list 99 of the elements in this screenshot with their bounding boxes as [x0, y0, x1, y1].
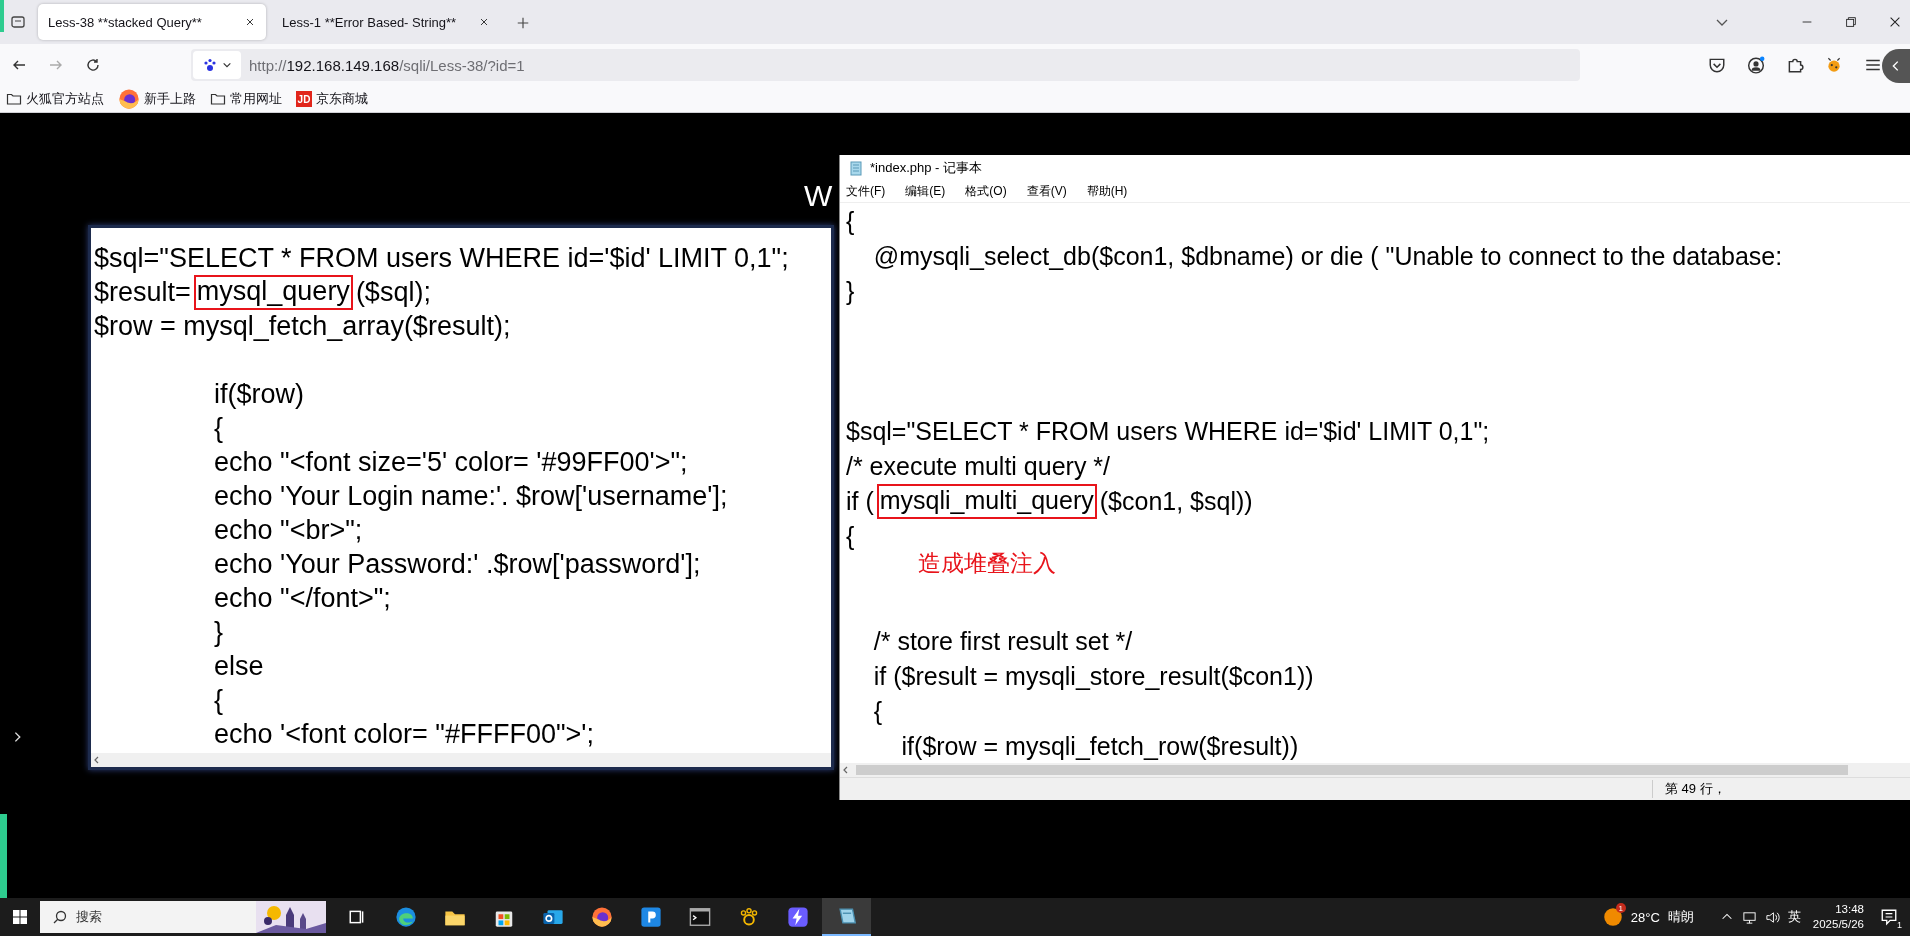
bookmark[interactable]: 常用网址 — [210, 90, 282, 108]
weather-badge: 1 — [1615, 903, 1626, 913]
chevron-down-icon — [222, 60, 232, 70]
sidebar-icon — [10, 14, 26, 30]
code-text: if ( — [846, 486, 874, 517]
firefox-icon — [590, 906, 613, 928]
highlight-box: mysql_query — [193, 274, 353, 310]
notification-count: 1 — [1895, 920, 1904, 930]
task-view-icon — [347, 908, 366, 926]
close-button[interactable] — [1888, 15, 1902, 29]
search-icon — [52, 909, 68, 925]
firefox-icon — [118, 88, 140, 110]
code-line: { — [213, 684, 224, 717]
network-icon — [1741, 909, 1757, 925]
puzzle-icon — [1786, 56, 1804, 74]
taskbar-app[interactable] — [822, 898, 871, 936]
date-text: 2025/5/26 — [1812, 917, 1864, 932]
search-field[interactable]: 搜索 — [40, 901, 326, 933]
paw-icon — [202, 57, 218, 73]
code-line: /* execute multi query */ — [846, 451, 1110, 482]
code-line: { — [872, 696, 883, 727]
pocket-button[interactable] — [1708, 56, 1726, 74]
terminal-icon — [688, 906, 711, 928]
code-text: $result= — [94, 276, 191, 309]
input-method-button[interactable]: 英 — [1787, 908, 1801, 926]
highlight-box: mysqli_multi_query — [876, 484, 1097, 519]
code-line: echo 'Your Password:' .$row['password']; — [213, 548, 701, 581]
code-line: if($row = mysqli_fetch_row($result)) — [900, 731, 1299, 762]
scrollbar-thumb[interactable] — [856, 765, 1848, 775]
code-line: echo "</font>"; — [213, 582, 391, 615]
account-icon — [1747, 56, 1765, 74]
pocket-icon — [1708, 56, 1726, 74]
code-line: $sql="SELECT * FROM users WHERE id='$id' LIMIT 0,1"; — [846, 416, 1490, 447]
windows-icon — [12, 909, 28, 925]
speaker-icon — [1764, 909, 1780, 925]
annotation-text: 造成堆叠注入 — [918, 549, 1056, 578]
new-tab-button[interactable] — [516, 16, 530, 30]
clock[interactable]: 13:48 2025/5/26 — [1812, 902, 1864, 932]
restore-button[interactable] — [1844, 15, 1858, 29]
code-line: { — [213, 412, 224, 445]
code-line: $sql="SELECT * FROM users WHERE id='$id' LIMIT 0,1"; — [94, 242, 789, 275]
plus-icon — [516, 16, 530, 30]
time-text: 13:48 — [1835, 902, 1864, 917]
browser-tab[interactable]: Less-1 **Error Based- String** — [272, 4, 500, 40]
page-text: W — [804, 179, 833, 213]
reload-icon — [84, 57, 101, 73]
menu-item[interactable]: 编辑(E) — [905, 182, 946, 200]
bug-icon — [1825, 56, 1843, 74]
account-button[interactable] — [1747, 56, 1765, 74]
code-line: /* store first result set */ — [872, 626, 1133, 657]
menu-item[interactable]: 文件(F) — [846, 182, 886, 200]
sidebar-toggle-button[interactable] — [1882, 49, 1910, 83]
folder-icon — [6, 91, 22, 107]
weather-text: 晴朗 — [1667, 908, 1694, 926]
code-line: echo "<br>"; — [213, 514, 363, 547]
code-line: @mysqli_select_db($con1, $dbname) or die ( "Unable to connect to the database: — [872, 241, 1783, 272]
temperature-text: 28°C — [1630, 909, 1660, 925]
volume-button[interactable] — [1764, 909, 1780, 925]
weather-icon[interactable]: 1 — [1602, 907, 1623, 927]
menu-item[interactable]: 格式(O) — [965, 182, 1007, 200]
menu-item[interactable]: 查看(V) — [1026, 182, 1067, 200]
address-bar[interactable]: http://192.168.149.168/sqli/Less-38/?id=1 — [191, 49, 1580, 81]
folder-icon — [210, 91, 226, 107]
code-text: ($sql); — [355, 276, 431, 309]
close-icon — [244, 16, 256, 28]
code-line: echo 'Your Login name:'. $row['username']; — [213, 480, 728, 513]
url-text: http://192.168.149.168/sqli/Less-38/?id=1 — [249, 56, 525, 74]
bookmark[interactable]: JD 京东商城 — [296, 90, 368, 108]
p-app-icon — [639, 906, 662, 928]
lightning-icon — [786, 906, 809, 928]
notepad-icon — [848, 159, 864, 176]
code-line: if($row) — [213, 378, 305, 411]
menu-item[interactable]: 帮助(H) — [1086, 182, 1128, 200]
code-line: if ($result = mysqli_store_result($con1)) — [872, 661, 1314, 692]
network-button[interactable] — [1741, 909, 1757, 925]
restore-icon — [1844, 15, 1858, 29]
close-icon — [1888, 15, 1902, 29]
code-line: { — [846, 521, 855, 552]
code-line: echo "<font size='5' color= '#99FF00'>"; — [213, 446, 688, 479]
notification-icon — [1880, 908, 1898, 926]
code-line: } — [846, 276, 855, 307]
search-engine-button[interactable] — [193, 51, 241, 79]
code-line: $row = mysql_fetch_array($result); — [94, 310, 511, 343]
code-line: echo '<font color= "#FFFF00">'; — [213, 718, 594, 751]
code-text: ($con1, $sql)) — [1099, 486, 1253, 517]
edge-icon — [394, 906, 417, 928]
bookmark[interactable]: 火狐官方站点 — [6, 90, 104, 108]
window-title: *index.php - 记事本 — [870, 158, 982, 177]
code-line: } — [213, 616, 224, 649]
extensions-button[interactable] — [1786, 56, 1804, 74]
close-icon — [478, 16, 490, 28]
bookmark[interactable]: 新手上路 — [118, 88, 196, 110]
extension-button[interactable] — [1825, 56, 1843, 74]
code-line: else — [213, 650, 264, 683]
code-line: { — [846, 206, 855, 237]
sun-icon — [1602, 907, 1623, 927]
browser-tab[interactable]: Less-38 **stacked Query** — [38, 4, 266, 40]
jd-logo-icon: JD — [296, 91, 312, 107]
status-text: 第 49 行， — [1652, 780, 1726, 798]
